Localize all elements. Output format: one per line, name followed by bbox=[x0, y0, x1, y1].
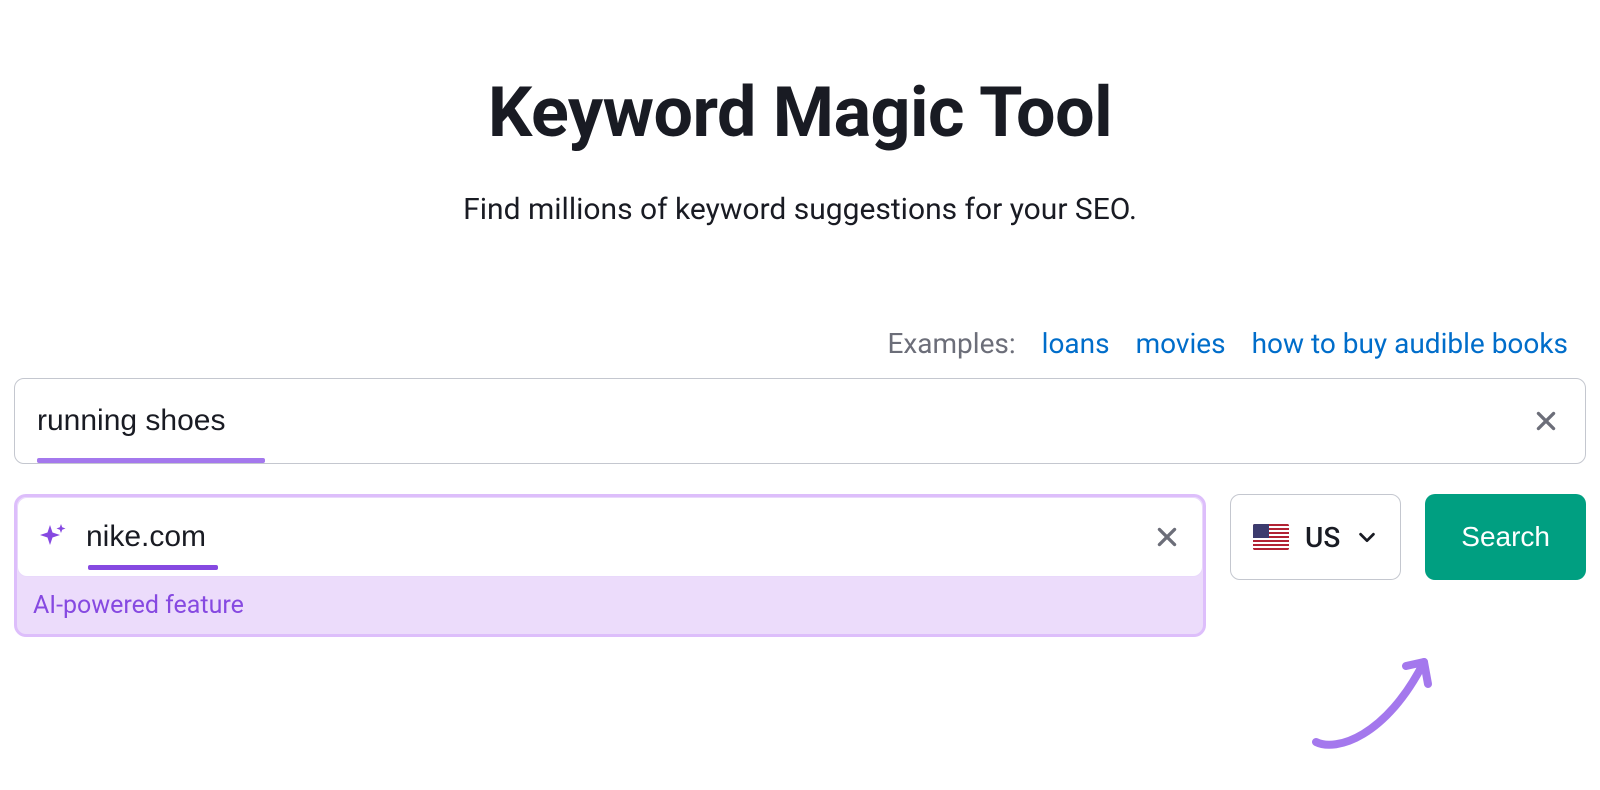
example-link-loans[interactable]: loans bbox=[1042, 327, 1110, 360]
close-icon bbox=[1154, 524, 1180, 550]
examples-row: Examples: loans movies how to buy audibl… bbox=[14, 327, 1586, 360]
us-flag-icon bbox=[1253, 524, 1289, 550]
sparkle-icon bbox=[36, 521, 68, 553]
search-button[interactable]: Search bbox=[1425, 494, 1586, 580]
page-subtitle: Find millions of keyword suggestions for… bbox=[14, 192, 1586, 227]
domain-input-container[interactable] bbox=[17, 497, 1203, 577]
close-icon bbox=[1533, 408, 1559, 434]
keyword-input[interactable] bbox=[37, 404, 1531, 438]
clear-domain-button[interactable] bbox=[1152, 522, 1182, 552]
keyword-highlight-underline bbox=[37, 458, 265, 463]
domain-highlight-underline bbox=[88, 565, 218, 570]
keyword-input-container[interactable] bbox=[14, 378, 1586, 464]
chevron-down-icon bbox=[1356, 526, 1378, 548]
clear-keyword-button[interactable] bbox=[1531, 406, 1561, 436]
example-link-audible[interactable]: how to buy audible books bbox=[1252, 327, 1568, 360]
domain-ai-block: AI-powered feature bbox=[14, 494, 1206, 637]
domain-input[interactable] bbox=[86, 520, 1152, 554]
examples-label: Examples: bbox=[887, 327, 1015, 360]
page-title: Keyword Magic Tool bbox=[14, 72, 1586, 154]
country-selector[interactable]: US bbox=[1230, 494, 1401, 580]
ai-feature-label: AI-powered feature bbox=[33, 591, 1203, 620]
annotation-arrow-icon bbox=[1296, 642, 1456, 762]
example-link-movies[interactable]: movies bbox=[1136, 327, 1226, 360]
country-label: US bbox=[1305, 521, 1340, 554]
